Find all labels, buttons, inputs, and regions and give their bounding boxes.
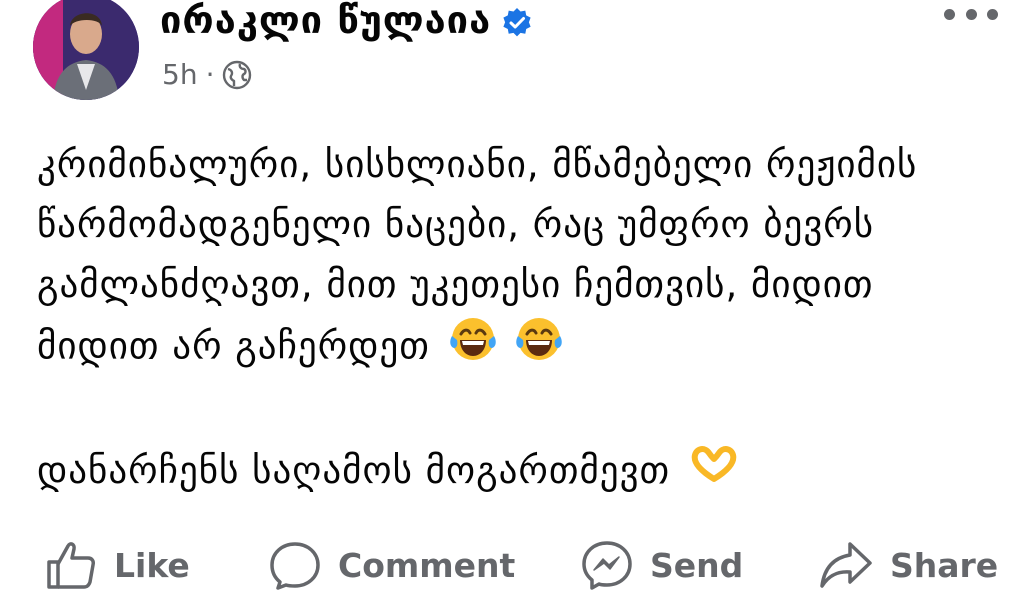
comment-label: Comment <box>338 545 516 585</box>
send-button[interactable]: Send <box>580 530 743 600</box>
like-button[interactable]: Like <box>44 530 190 600</box>
post-text-paragraph: კრიმინალური, სისხლიანი, მწამებელი რეჟიმი… <box>37 135 997 381</box>
post-text: დანარჩენს საღამოს მოგართმევთ <box>37 449 671 492</box>
author-name-row: ირაკლი წულაია <box>160 0 533 42</box>
send-label: Send <box>650 545 744 585</box>
like-label: Like <box>114 545 190 585</box>
share-arrow-icon <box>820 542 872 588</box>
comment-button[interactable]: Comment <box>268 530 515 600</box>
laughing-tears-emoji <box>449 315 497 381</box>
share-button[interactable]: Share <box>818 530 998 600</box>
post-time[interactable]: 5h <box>162 58 198 91</box>
post-actions-bar: Like Comment Send Share <box>0 530 1024 600</box>
meta-separator: · <box>205 58 215 91</box>
post-header: ირაკლი წულაია 5h · <box>0 0 1024 110</box>
more-dot <box>965 8 977 20</box>
author-name[interactable]: ირაკლი წულაია <box>160 0 491 42</box>
more-dot <box>987 8 998 20</box>
more-dot <box>944 8 955 20</box>
avatar[interactable] <box>33 0 139 100</box>
comment-bubble-icon <box>270 542 320 590</box>
post-text-paragraph: დანარჩენს საღამოს მოგართმევთ <box>37 441 997 503</box>
post-body: კრიმინალური, სისხლიანი, მწამებელი რეჟიმი… <box>37 135 997 503</box>
post-meta: 5h · <box>162 58 252 91</box>
laughing-tears-emoji <box>515 315 563 381</box>
messenger-icon <box>582 541 632 590</box>
more-options-icon[interactable] <box>944 4 998 24</box>
heart-hands-emoji <box>689 443 739 503</box>
verified-badge-icon <box>501 4 533 37</box>
thumbs-up-icon <box>47 542 95 589</box>
share-label: Share <box>890 545 999 585</box>
globe-icon[interactable] <box>222 60 252 90</box>
